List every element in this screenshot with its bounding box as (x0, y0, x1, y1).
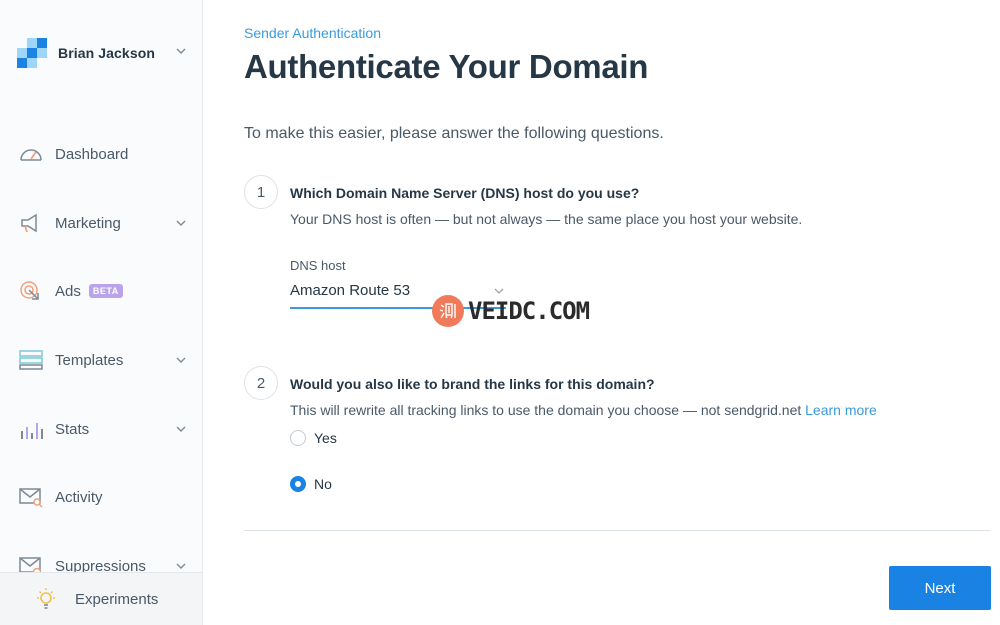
sidebar-item-marketing[interactable]: Marketing (18, 208, 188, 238)
radio-label: Yes (314, 430, 337, 446)
question-title: Would you also like to brand the links f… (290, 376, 655, 392)
chevron-down-icon (176, 48, 186, 54)
chevron-down-icon (176, 220, 186, 226)
radio-option-yes[interactable]: Yes (290, 430, 337, 446)
radio-label: No (314, 476, 332, 492)
learn-more-link[interactable]: Learn more (805, 402, 877, 418)
sidebar-item-label: Dashboard (55, 145, 129, 163)
watermark-seal-glyph-icon (439, 303, 456, 319)
sidebar-item-label: Experiments (75, 590, 159, 608)
beta-badge: BETA (88, 284, 123, 298)
sidebar-item-label: Stats (55, 420, 90, 438)
dns-host-value: Amazon Route 53 (290, 282, 411, 299)
question-help: This will rewrite all tracking links to … (290, 402, 877, 418)
sidebar-item-experiments[interactable]: Experiments (0, 572, 202, 625)
target-cursor-icon (20, 281, 39, 300)
account-switcher[interactable]: Brian Jackson (17, 38, 192, 68)
page-title: Authenticate Your Domain (244, 48, 649, 85)
sidebar-item-label: Marketing (55, 214, 121, 232)
chevron-down-icon (176, 563, 186, 569)
sidebar-item-activity[interactable]: Activity (18, 482, 188, 512)
bar-chart-icon (21, 423, 43, 439)
megaphone-icon (21, 213, 37, 233)
sidebar-item-label: Ads (55, 282, 81, 300)
sidebar-item-label: Activity (55, 488, 103, 506)
divider (244, 530, 990, 531)
template-icon (19, 350, 43, 370)
dns-host-label: DNS host (290, 258, 346, 273)
mail-search-icon (19, 488, 43, 508)
lightbulb-icon (37, 588, 55, 609)
radio-button[interactable] (290, 476, 306, 492)
sidebar-item-label: Templates (55, 351, 124, 369)
question-help: Your DNS host is often — but not always … (290, 211, 803, 227)
watermark: VEIDC.COM (432, 295, 590, 327)
radio-button[interactable] (290, 430, 306, 446)
watermark-seal (432, 295, 464, 327)
step-number: 1 (244, 175, 278, 209)
radio-option-no[interactable]: No (290, 476, 332, 492)
chevron-down-icon (176, 426, 186, 432)
next-button[interactable]: Next (889, 566, 991, 610)
breadcrumb[interactable]: Sender Authentication (244, 25, 381, 41)
chevron-down-icon (176, 357, 186, 363)
step-number: 2 (244, 366, 278, 400)
question-title: Which Domain Name Server (DNS) host do y… (290, 185, 640, 201)
user-name: Brian Jackson (58, 45, 156, 61)
intro-text: To make this easier, please answer the f… (244, 125, 664, 142)
watermark-text: VEIDC.COM (468, 297, 590, 325)
sidebar-item-dashboard[interactable]: Dashboard (18, 139, 188, 169)
sidebar-item-ads[interactable]: Ads BETA (18, 276, 188, 306)
question-help-text: This will rewrite all tracking links to … (290, 402, 802, 418)
sidebar-item-stats[interactable]: Stats (18, 414, 188, 444)
gauge-icon (20, 149, 42, 161)
sidebar: Brian Jackson Dashboard Marketing Ads BE… (0, 0, 203, 625)
sidebar-item-templates[interactable]: Templates (18, 345, 188, 375)
sendgrid-logo (17, 38, 47, 68)
